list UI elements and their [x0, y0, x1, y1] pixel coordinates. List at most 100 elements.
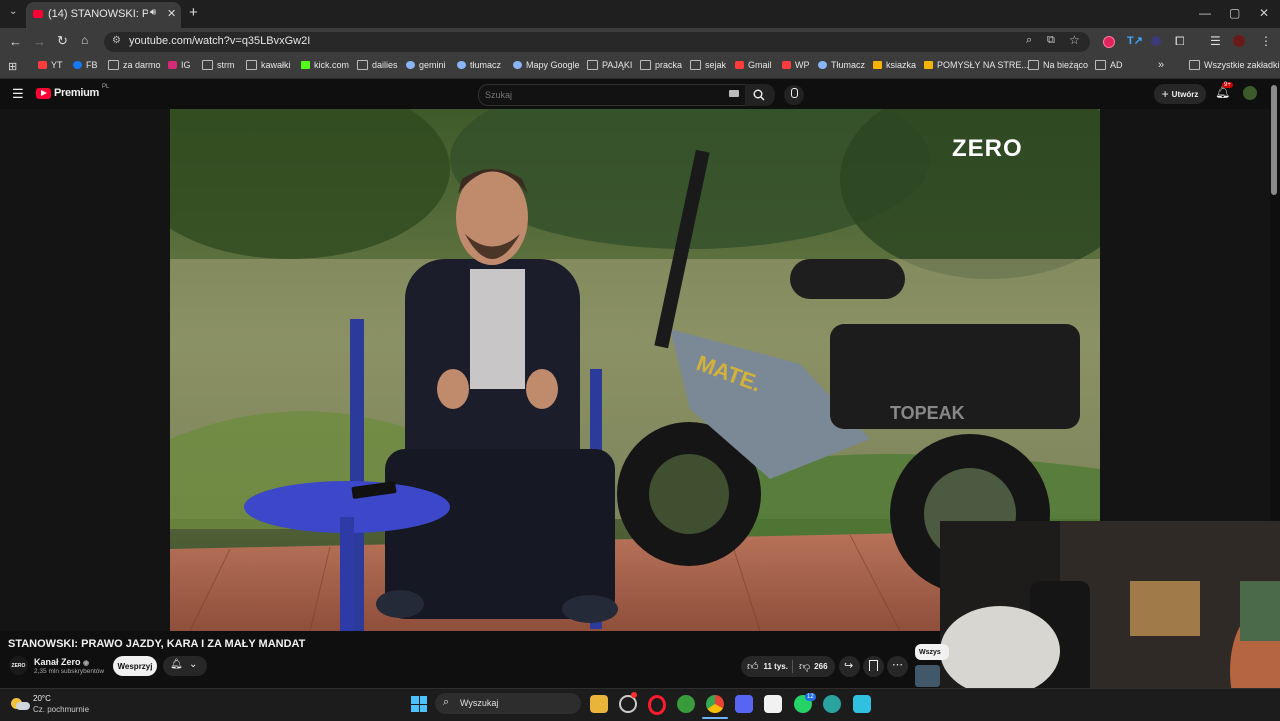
bookmark-label: ksiazka: [886, 60, 917, 70]
bookmark-item[interactable]: ksiazka: [873, 60, 916, 70]
bookmark-item[interactable]: FB: [73, 60, 98, 70]
channel-avatar[interactable]: ZERO: [9, 656, 28, 675]
back-icon[interactable]: ←: [9, 34, 22, 49]
reload-icon[interactable]: ↻: [57, 33, 68, 49]
puzzle-icon[interactable]: ⧠: [1175, 34, 1185, 49]
taskbar-search[interactable]: ⌕ Wyszukaj: [435, 693, 581, 714]
bookmark-star-icon[interactable]: ☆: [1069, 33, 1080, 47]
folder-icon: [357, 60, 368, 70]
chrome-menu-icon[interactable]: ⋮: [1260, 34, 1272, 48]
browser-app-icon[interactable]: [823, 695, 841, 713]
new-tab-button[interactable]: +: [189, 4, 198, 21]
maximize-button[interactable]: ▢: [1229, 6, 1240, 20]
bookmark-item[interactable]: Mapy Google: [513, 60, 580, 70]
taskbar-search-label: Wyszukaj: [460, 698, 499, 708]
recommendation-thumbnail[interactable]: [915, 665, 940, 687]
search-button[interactable]: [745, 84, 775, 106]
channel-name-row[interactable]: Kanał Zero ◉: [34, 657, 89, 667]
like-button[interactable]: 👍︎ 11 tys.: [747, 660, 788, 673]
more-actions-button[interactable]: ⋯: [887, 656, 908, 677]
bookmark-item[interactable]: WP: [782, 60, 810, 70]
bookmark-item[interactable]: POMYSŁY NA STRE...: [924, 60, 1029, 70]
bookmark-label: AD: [1110, 60, 1123, 70]
bookmark-item[interactable]: pracka: [640, 60, 682, 70]
notifications-toggle-button[interactable]: 🔔︎ ⌄: [163, 656, 207, 676]
discord-icon[interactable]: [735, 695, 753, 713]
notepad-icon[interactable]: [853, 695, 871, 713]
bookmark-label: Na bieżąco: [1043, 60, 1089, 70]
home-icon[interactable]: ⌂: [81, 33, 88, 47]
bookmarks-more-button[interactable]: »: [1158, 59, 1164, 71]
tab-search-chevron-icon[interactable]: ⌄: [9, 6, 17, 17]
folder-icon: [690, 60, 701, 70]
recommendation-chip-all[interactable]: Wszys: [915, 644, 949, 660]
profile-avatar[interactable]: [1233, 35, 1245, 47]
save-button[interactable]: [863, 656, 884, 677]
bookmark-item[interactable]: Na bieżąco: [1028, 60, 1088, 70]
channel-name[interactable]: Kanał Zero: [34, 657, 81, 667]
speaker-icon[interactable]: 🔊︎: [150, 7, 156, 18]
file-explorer-icon[interactable]: [590, 695, 608, 713]
bookmark-item[interactable]: PAJĄKI: [587, 60, 632, 70]
bookmark-item[interactable]: AD: [1095, 60, 1123, 70]
plus-icon: +: [1161, 87, 1169, 101]
voice-search-button[interactable]: [784, 85, 804, 105]
more-icon: ⋯: [892, 659, 903, 671]
folder-icon: [587, 60, 598, 70]
store-icon[interactable]: [764, 695, 782, 713]
tab-title: (14) STANOWSKI: PRAWO J...: [48, 8, 148, 20]
site-info-icon[interactable]: ⚙︎: [112, 35, 121, 46]
bookmark-item[interactable]: tłumacz: [457, 60, 501, 70]
all-bookmarks-button[interactable]: Wszystkie zakładki: [1189, 60, 1280, 70]
bookmark-item[interactable]: dailies: [357, 60, 398, 70]
page-scrollbar[interactable]: [1271, 85, 1277, 195]
region-label: PL: [101, 84, 110, 90]
forward-icon[interactable]: →: [33, 34, 46, 49]
minimize-button[interactable]: —: [1199, 6, 1211, 20]
bookmark-item[interactable]: gemini: [406, 60, 446, 70]
start-button[interactable]: [411, 696, 427, 712]
url-text[interactable]: youtube.com/watch?v=q35LBvxGw2I: [129, 35, 310, 47]
bookmark-label: Tłumacz: [831, 60, 866, 70]
search-input[interactable]: [479, 85, 725, 105]
keyboard-icon[interactable]: [729, 90, 739, 97]
bookmark-item[interactable]: za darmo: [108, 60, 161, 70]
tab-close-icon[interactable]: ✕: [167, 7, 176, 20]
apps-grid-icon[interactable]: ⊞: [8, 60, 17, 73]
window-close-button[interactable]: ✕: [1259, 6, 1269, 20]
install-app-icon[interactable]: ⧉: [1047, 34, 1055, 47]
facebook-icon: [73, 61, 82, 69]
bookmark-item[interactable]: sejak: [690, 60, 726, 70]
tab-list-icon[interactable]: ☰: [1210, 34, 1221, 48]
whatsapp-badge: 12: [805, 693, 816, 701]
chrome-icon[interactable]: [706, 695, 724, 713]
dislike-button[interactable]: 👎︎ 266: [799, 660, 828, 673]
bookmark-item[interactable]: YT: [38, 60, 63, 70]
youtube-logo[interactable]: Premium PL: [36, 84, 110, 99]
bookmark-item[interactable]: Gmail: [735, 60, 772, 70]
translate-extension-icon[interactable]: T↗: [1127, 34, 1143, 47]
brave-icon[interactable]: [677, 695, 695, 713]
browser-tab[interactable]: (14) STANOWSKI: PRAWO J... 🔊︎ ✕: [26, 2, 181, 28]
record-extension-icon[interactable]: [1103, 36, 1115, 48]
account-avatar[interactable]: [1243, 86, 1257, 100]
zoom-icon[interactable]: ⌕: [1026, 34, 1032, 47]
create-button[interactable]: + Utwórz: [1154, 84, 1206, 104]
address-bar[interactable]: ⚙︎ youtube.com/watch?v=q35LBvxGw2I ⌕ ⧉ ☆: [104, 32, 1090, 52]
folder-icon: [1189, 60, 1200, 70]
hamburger-menu-icon[interactable]: ☰: [12, 86, 24, 102]
bookmark-item[interactable]: strm: [202, 60, 235, 70]
gemini-icon: [406, 61, 415, 69]
bookmark-item[interactable]: kawałki: [246, 60, 291, 70]
bookmark-item[interactable]: kick.com: [301, 60, 349, 70]
folder-icon: [1028, 60, 1039, 70]
support-button[interactable]: Wesprzyj: [113, 656, 157, 676]
apps-icon: [924, 61, 933, 69]
bookmark-item[interactable]: IG: [168, 60, 191, 70]
share-button[interactable]: ↪: [839, 656, 860, 677]
weather-widget[interactable]: [11, 696, 30, 710]
extension-icon[interactable]: [1151, 36, 1161, 46]
bookmark-item[interactable]: Tłumacz: [818, 60, 865, 70]
bookmark-label: Mapy Google: [526, 60, 580, 70]
opera-icon[interactable]: [648, 695, 666, 715]
